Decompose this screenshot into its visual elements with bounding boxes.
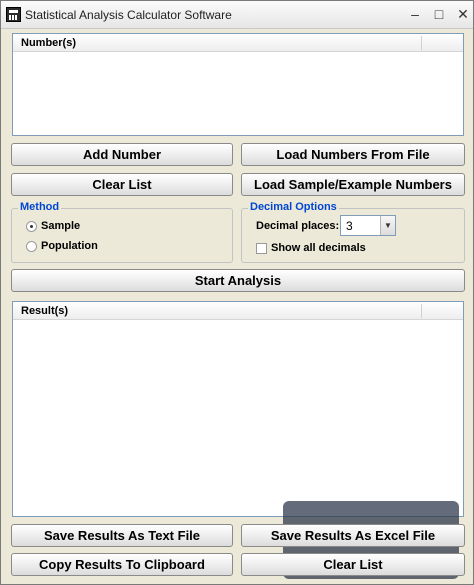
decimal-options-group: Decimal Options Decimal places: 3 ▼ Show… — [241, 201, 465, 263]
save-results-excel-button[interactable]: Save Results As Excel File — [241, 524, 465, 547]
chevron-down-icon[interactable]: ▼ — [380, 216, 395, 235]
load-sample-numbers-button[interactable]: Load Sample/Example Numbers — [241, 173, 465, 196]
app-window: Statistical Analysis Calculator Software… — [0, 0, 474, 585]
decimal-places-label: Decimal places: — [256, 220, 340, 232]
title-bar[interactable]: Statistical Analysis Calculator Software… — [1, 1, 473, 29]
numbers-column-header[interactable]: Number(s) — [21, 37, 76, 49]
show-all-decimals-checkbox[interactable] — [256, 243, 267, 254]
start-analysis-button[interactable]: Start Analysis — [11, 269, 465, 292]
results-list-header: Result(s) — [13, 302, 463, 320]
minimize-button[interactable]: – — [405, 5, 425, 23]
population-label[interactable]: Population — [41, 240, 98, 252]
method-group: Method Sample Population — [11, 201, 233, 263]
sample-label[interactable]: Sample — [41, 220, 80, 232]
maximize-button[interactable]: □ — [429, 5, 449, 23]
decimal-options-legend: Decimal Options — [248, 201, 339, 213]
decimal-places-value: 3 — [346, 219, 353, 233]
column-separator — [421, 36, 422, 50]
calculator-icon — [6, 7, 21, 22]
numbers-list-header: Number(s) — [13, 34, 463, 52]
add-number-button[interactable]: Add Number — [11, 143, 233, 166]
results-column-header[interactable]: Result(s) — [21, 305, 68, 317]
load-numbers-from-file-button[interactable]: Load Numbers From File — [241, 143, 465, 166]
close-button[interactable]: ✕ — [453, 5, 473, 23]
show-all-decimals-label[interactable]: Show all decimals — [271, 242, 366, 254]
numbers-list[interactable]: Number(s) — [12, 33, 464, 136]
copy-results-clipboard-button[interactable]: Copy Results To Clipboard — [11, 553, 233, 576]
method-legend: Method — [18, 201, 62, 213]
clear-list-button[interactable]: Clear List — [11, 173, 233, 196]
population-radio[interactable] — [26, 241, 37, 252]
window-title: Statistical Analysis Calculator Software — [25, 8, 232, 22]
column-separator — [421, 304, 422, 318]
decimal-places-select[interactable]: 3 ▼ — [340, 215, 396, 236]
clear-results-list-button[interactable]: Clear List — [241, 553, 465, 576]
sample-radio[interactable] — [26, 221, 37, 232]
results-list[interactable]: Result(s) — [12, 301, 464, 517]
save-results-text-button[interactable]: Save Results As Text File — [11, 524, 233, 547]
